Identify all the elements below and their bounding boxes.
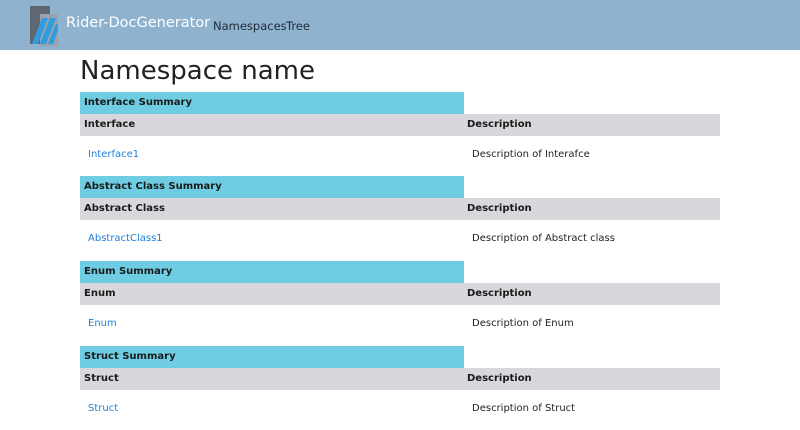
column-header-description: Description	[467, 288, 532, 299]
rider-logo-icon[interactable]	[26, 4, 60, 48]
interface-summary-section: Interface Summary Interface Description …	[80, 92, 720, 174]
table-row: AbstractClass1 Description of Abstract c…	[80, 220, 720, 258]
item-link[interactable]: Struct	[88, 390, 118, 428]
item-link[interactable]: Interface1	[88, 136, 139, 174]
section-caption: Abstract Class Summary	[80, 176, 464, 198]
item-description: Description of Abstract class	[472, 233, 615, 244]
table-row: Interface1 Description of Interafce	[80, 136, 720, 174]
item-link[interactable]: AbstractClass1	[88, 220, 163, 258]
column-header-description: Description	[467, 119, 532, 130]
section-caption: Interface Summary	[80, 92, 464, 114]
item-description: Description of Enum	[472, 318, 574, 329]
column-header-name: Struct	[84, 373, 119, 384]
struct-summary-section: Struct Summary Struct Description Struct…	[80, 346, 720, 428]
abstract-class-summary-section: Abstract Class Summary Abstract Class De…	[80, 176, 720, 258]
section-caption: Enum Summary	[80, 261, 464, 283]
page-title: Namespace name	[80, 56, 315, 86]
section-caption: Struct Summary	[80, 346, 464, 368]
section-header-row: Interface Description	[80, 114, 720, 136]
top-navbar: Rider-DocGenerator Namespaces Tree	[0, 0, 800, 50]
column-header-name: Abstract Class	[84, 203, 165, 214]
table-row: Struct Description of Struct	[80, 390, 720, 428]
item-description: Description of Struct	[472, 403, 576, 414]
enum-summary-section: Enum Summary Enum Description Enum Descr…	[80, 261, 720, 343]
column-header-description: Description	[467, 373, 532, 384]
section-header-row: Abstract Class Description	[80, 198, 720, 220]
nav-namespaces[interactable]: Namespaces	[213, 18, 287, 34]
column-header-description: Description	[467, 203, 532, 214]
brand-title[interactable]: Rider-DocGenerator	[66, 13, 210, 33]
column-header-name: Interface	[84, 119, 136, 130]
nav-tree[interactable]: Tree	[286, 18, 310, 34]
section-header-row: Enum Description	[80, 283, 720, 305]
column-header-name: Enum	[84, 288, 116, 299]
section-header-row: Struct Description	[80, 368, 720, 390]
item-link[interactable]: Enum	[88, 305, 117, 343]
item-description: Description of Interafce	[472, 149, 590, 160]
table-row: Enum Description of Enum	[80, 305, 720, 343]
